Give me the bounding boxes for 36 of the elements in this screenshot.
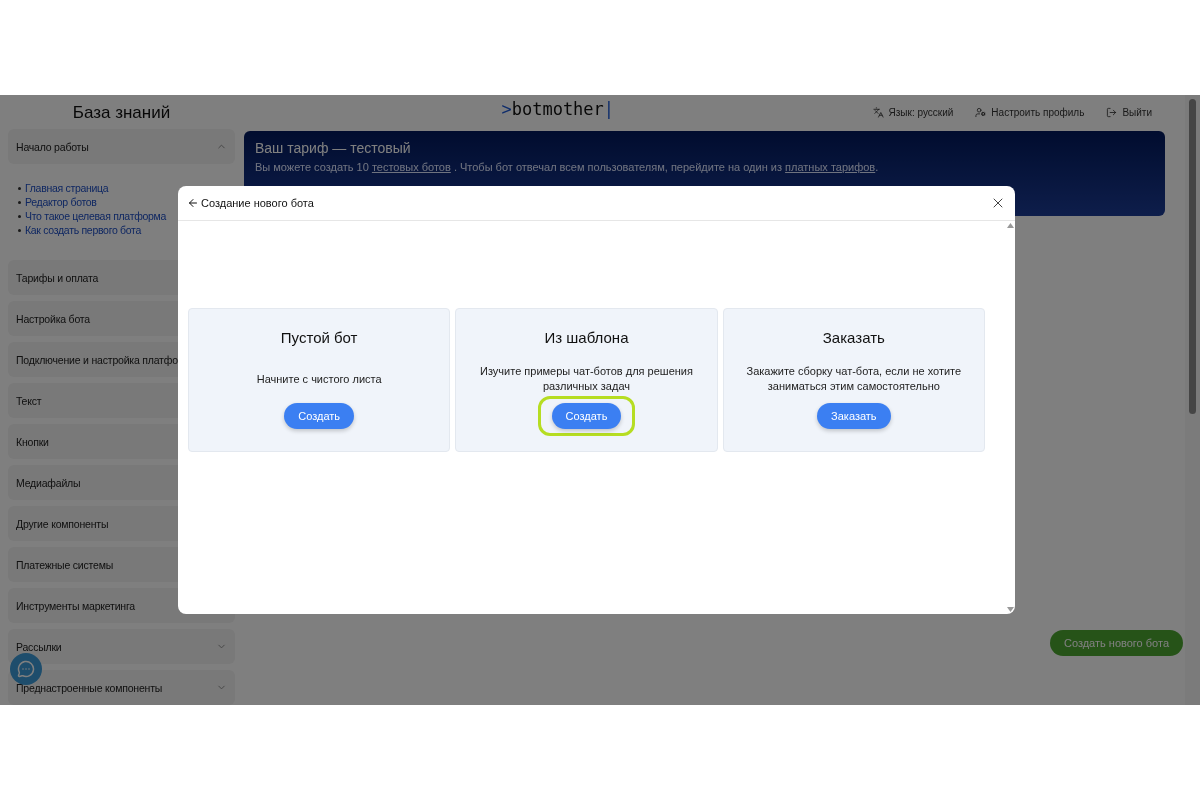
sidebar-link[interactable]: Редактор ботов xyxy=(25,196,97,208)
sidebar-section[interactable]: Рассылки xyxy=(8,629,235,664)
sidebar-link[interactable]: Главная страница xyxy=(25,182,109,194)
bullet-icon xyxy=(18,186,21,190)
back-arrow-icon[interactable] xyxy=(187,197,199,209)
nav-link[interactable]: Настроить профиль xyxy=(975,106,1085,118)
sidebar-section[interactable]: Преднастроенные компоненты xyxy=(8,670,235,705)
create-button[interactable]: Создать xyxy=(551,403,622,429)
sidebar-section[interactable]: Начало работы xyxy=(8,129,235,164)
nav-link[interactable]: Выйти xyxy=(1106,106,1152,118)
logo[interactable]: >botmother| xyxy=(243,99,873,119)
card-title: Заказать xyxy=(822,329,885,346)
modal-title: Создание нового бота xyxy=(201,197,314,209)
sidebar-link[interactable]: Как создать первого бота xyxy=(25,224,142,236)
create-button[interactable]: Создать xyxy=(284,403,355,429)
card-title: Пустой бот xyxy=(280,329,358,346)
logout-icon xyxy=(1106,106,1118,118)
nav-link[interactable]: Язык: русский xyxy=(872,106,954,118)
user-gear-icon xyxy=(975,106,987,118)
banner-text: Вы можете создать 10 тестовых ботов . Чтобы бот отвечал всем пользователям, перейдите на один из платных тарифов. xyxy=(255,161,880,173)
bullet-icon xyxy=(18,200,21,204)
sidebar-link[interactable]: Что такое целевая платформа xyxy=(25,210,167,222)
banner-link[interactable]: тестовых ботов xyxy=(371,161,451,173)
translate-icon xyxy=(872,106,884,118)
bullet-icon xyxy=(18,214,21,218)
create-bot-button[interactable]: Создать нового бота xyxy=(1049,630,1183,656)
card-description: Изучите примеры чат-ботов для решения различных задач xyxy=(479,364,694,394)
create-button[interactable]: Заказать xyxy=(817,403,891,429)
card-description: Начните с чистого листа xyxy=(255,371,383,387)
scroll-up-icon[interactable] xyxy=(1006,223,1014,228)
bullet-icon xyxy=(18,228,21,232)
card-title: Из шаблона xyxy=(544,329,629,346)
sidebar-title: База знаний xyxy=(71,102,172,123)
card-description: Закажите сборку чат-бота, если не хотите заниматься этим самостоятельно xyxy=(745,364,963,394)
banner-title: Ваш тариф — тестовый xyxy=(255,140,412,156)
scroll-down-icon[interactable] xyxy=(1006,607,1014,612)
